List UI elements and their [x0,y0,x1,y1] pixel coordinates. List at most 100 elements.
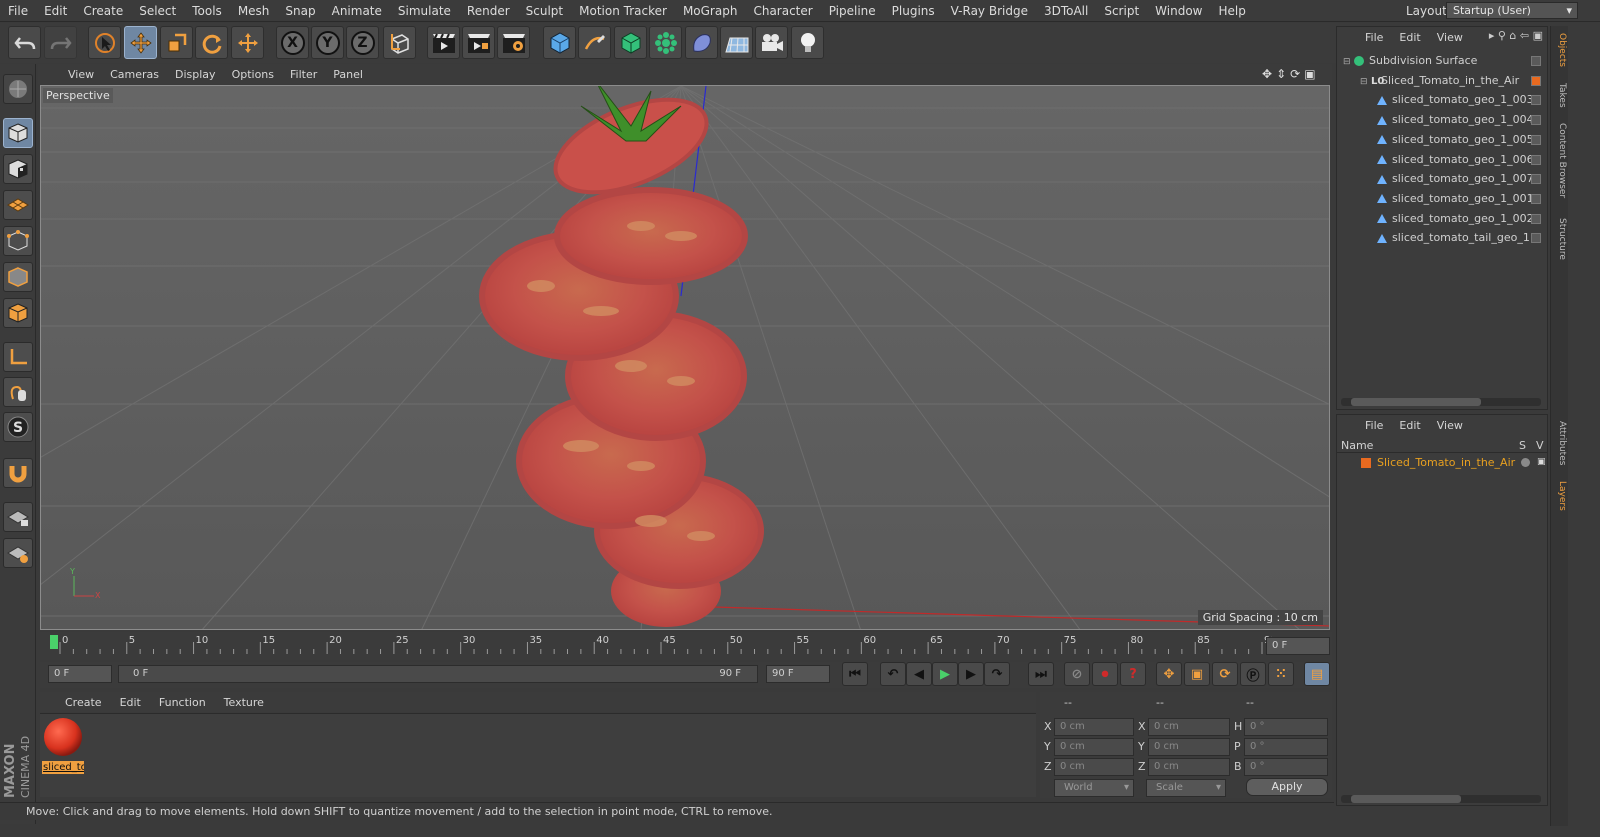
viewport-menu-panel[interactable]: Panel [325,68,371,81]
camera-button[interactable] [755,26,788,59]
planar-workplane-button[interactable] [3,538,33,568]
object-tree-item[interactable]: sliced_tomato_geo_1_005 [1337,130,1547,149]
record-rotation-button[interactable]: ⟳ [1212,662,1238,686]
floor-button[interactable] [720,26,753,59]
coord-size-field[interactable]: 0 cm [1148,758,1230,776]
object-tree-item[interactable]: sliced_tomato_geo_1_002 [1337,209,1547,228]
visibility-toggle-icon[interactable] [1531,213,1541,224]
menu-v-ray-bridge[interactable]: V-Ray Bridge [943,4,1036,18]
object-tree-item[interactable]: sliced_tomato_tail_geo_1 [1337,228,1547,247]
viewport-menu-view[interactable]: View [60,68,102,81]
material-menu-function[interactable]: Function [150,696,215,709]
end-frame-field[interactable]: 90 F [766,665,830,683]
deformer-button[interactable] [685,26,718,59]
points-mode-button[interactable] [3,226,33,256]
om-horizontal-scrollbar[interactable] [1341,398,1541,406]
tab-content-browser[interactable]: Content Browser [1553,118,1567,204]
coordinate-space-dropdown[interactable]: World ▾ [1054,779,1134,797]
next-frame-button[interactable]: ▶ [958,662,984,686]
go-to-end-button[interactable]: ⏭ [1028,662,1054,686]
coord-rotation-field[interactable]: 0 ° [1244,758,1328,776]
material-menu-edit[interactable]: Edit [111,696,150,709]
timeline-ruler[interactable]: 051015202530354045505560657075808590 0 F [40,632,1332,660]
menu-mograph[interactable]: MoGraph [675,4,746,18]
undo-button[interactable] [8,26,41,59]
menu-select[interactable]: Select [131,4,184,18]
redo-button[interactable] [44,26,77,59]
record-parameter-button[interactable]: Ⓟ [1240,662,1266,686]
z-axis-lock-button[interactable]: Z [346,26,379,59]
om-menu-edit[interactable]: Edit [1391,31,1428,44]
edges-mode-button[interactable] [3,262,33,292]
live-selection-button[interactable] [88,26,121,59]
x-axis-lock-button[interactable]: X [276,26,309,59]
menu-mesh[interactable]: Mesh [230,4,278,18]
layer-visibility-icon[interactable]: ▣ [1537,457,1546,467]
coord-rotation-field[interactable]: 0 ° [1244,738,1328,756]
rotate-view-icon[interactable]: ⟳ [1290,67,1300,81]
om-toolbar-icons[interactable]: ▸ ⚲ ⌂ ⇦ ▣ [1489,29,1543,42]
visibility-toggle-icon[interactable] [1531,75,1541,86]
lm-menu-edit[interactable]: Edit [1391,419,1428,432]
workplane-mode-button[interactable] [3,190,33,220]
visibility-toggle-icon[interactable] [1531,174,1541,185]
object-tree-item[interactable]: ⊟ Subdivision Surface [1337,51,1547,70]
zoom-view-icon[interactable]: ⇕ [1276,67,1286,81]
tab-layers[interactable]: Layers [1553,478,1567,514]
coord-position-field[interactable]: 0 cm [1054,718,1134,736]
object-tree-item[interactable]: sliced_tomato_geo_1_003 [1337,90,1547,109]
polygons-mode-button[interactable] [3,298,33,328]
menu-animate[interactable]: Animate [324,4,390,18]
locked-workplane-button[interactable] [3,502,33,532]
object-tree-item[interactable]: ⊟ L0 Sliced_Tomato_in_the_Air [1337,71,1547,90]
apply-button[interactable]: Apply [1246,778,1328,796]
size-mode-dropdown[interactable]: Scale ▾ [1146,779,1226,797]
record-button[interactable]: ⏺ [1092,662,1118,686]
lm-menu-view[interactable]: View [1429,419,1471,432]
texture-mode-button[interactable] [3,154,33,184]
subdivision-button[interactable] [614,26,647,59]
keyframe-selection-button[interactable]: ⊘ [1064,662,1090,686]
viewport-menu-options[interactable]: Options [224,68,282,81]
menu-render[interactable]: Render [459,4,518,18]
material-menu-create[interactable]: Create [56,696,111,709]
object-tree-item[interactable]: sliced_tomato_geo_1_001 [1337,189,1547,208]
om-scroll-thumb[interactable] [1351,398,1481,406]
cube-button[interactable] [543,26,576,59]
go-to-start-button[interactable]: ⏮ [842,662,868,686]
magnet-button[interactable] [3,458,33,488]
menu-motion-tracker[interactable]: Motion Tracker [571,4,675,18]
visibility-toggle-icon[interactable] [1531,95,1541,106]
coord-rotation-field[interactable]: 0 ° [1244,718,1328,736]
play-button[interactable]: ▶ [932,662,958,686]
perspective-viewport[interactable]: Perspective Y X Grid Spacing : 10 cm [40,85,1330,630]
material-menu-texture[interactable]: Texture [215,696,273,709]
move-tool-button[interactable] [124,26,157,59]
om-menu-file[interactable]: File [1357,31,1391,44]
move-view-icon[interactable]: ✥ [1262,67,1272,81]
menu-script[interactable]: Script [1096,4,1147,18]
menu-file[interactable]: File [0,4,36,18]
material-thumbnail[interactable]: sliced_to [42,716,84,774]
pen-spline-button[interactable] [578,26,611,59]
rotate-tool-button[interactable] [195,26,228,59]
tweak-mode-button[interactable] [3,377,33,407]
previous-frame-button[interactable]: ◀ [906,662,932,686]
record-position-button[interactable]: ✥ [1156,662,1182,686]
tab-objects[interactable]: Objects [1553,30,1567,70]
visibility-toggle-icon[interactable] [1531,193,1541,204]
previous-key-button[interactable]: ↶ [880,662,906,686]
menu-create[interactable]: Create [75,4,131,18]
object-tree-item[interactable]: sliced_tomato_geo_1_007 [1337,169,1547,188]
menu-snap[interactable]: Snap [277,4,323,18]
menu-character[interactable]: Character [745,4,820,18]
axis-mode-button[interactable] [3,342,33,372]
menu-plugins[interactable]: Plugins [884,4,943,18]
coord-position-field[interactable]: 0 cm [1054,738,1134,756]
timeline-toggle-button[interactable]: ▤ [1304,662,1330,686]
edit-render-settings-button[interactable] [497,26,530,59]
model-mode-button[interactable] [3,118,33,148]
snapping-button[interactable]: S [3,412,33,442]
menu-window[interactable]: Window [1147,4,1210,18]
menu-3dtoall[interactable]: 3DToAll [1036,4,1096,18]
